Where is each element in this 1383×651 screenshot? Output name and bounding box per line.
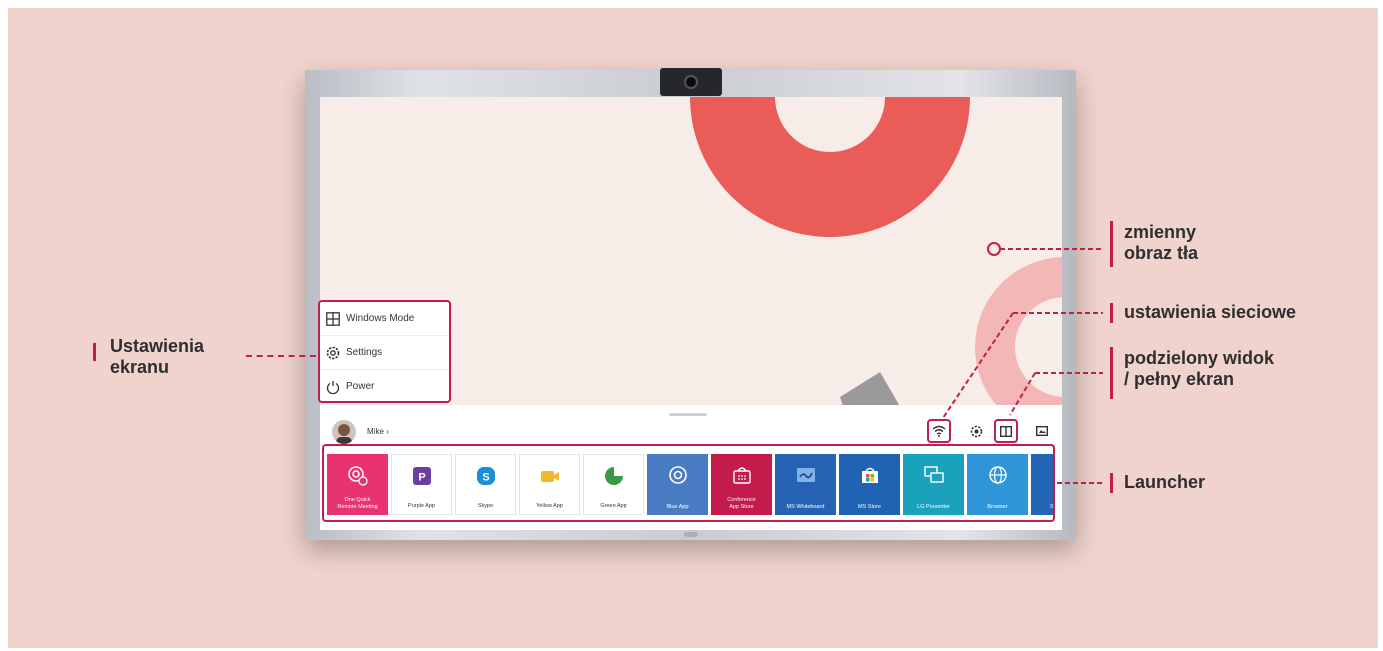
launcher: One Quick Remote Meeting P Purple App S Skyp… [322,444,1055,522]
menu-item-label: Windows Mode [346,313,415,324]
menu-item-settings[interactable]: Settings [320,336,449,370]
launcher-tile-label: One Quick Remote Meeting [337,497,378,510]
annotation-split-view: podzielony widok / pełny ekran [1124,348,1275,389]
launcher-tile-label: Screen C [1050,503,1054,510]
launcher-tile[interactable]: Browser [967,454,1028,515]
annotation-bar [1110,221,1113,267]
skype-icon: S [474,464,498,488]
presenter-icon [922,463,946,487]
launcher-tile-label: LG Presenter [917,503,950,510]
launcher-tile[interactable]: Yellow App [519,454,580,515]
user-name[interactable]: Mike › [367,427,389,436]
annotation-connector [246,355,316,357]
wallpaper-red-arc [690,97,970,237]
purple-app-icon: P [410,464,434,488]
launcher-tile[interactable]: P Purple App [391,454,452,515]
whiteboard-icon [794,463,818,487]
screen-settings-menu: Windows Mode Settings Power [318,300,451,403]
launcher-tile[interactable]: MS Store [839,454,900,515]
annotation-wallpaper: zmienny obraz tła [1124,222,1199,263]
annotation-launcher: Launcher [1124,472,1206,492]
launcher-tile-label: MS Store [858,503,881,510]
launcher-tile[interactable]: Conference App Store [711,454,772,515]
svg-text:P: P [418,472,425,484]
launcher-tile-label: Green App [600,502,627,509]
launcher-tile[interactable]: S Skype [455,454,516,515]
launcher-tile[interactable]: LG Presenter [903,454,964,515]
annotation-bar [93,343,96,361]
menu-item-label: Settings [346,347,383,358]
app-store-icon [730,463,754,487]
launcher-tile-label: MS Whiteboard [786,503,825,510]
screen-icon [1050,463,1053,487]
launcher-tile[interactable]: Blue App [647,454,708,515]
drag-handle[interactable] [669,413,707,416]
avatar[interactable] [332,420,356,444]
bezel-logo [684,532,698,537]
camera [660,68,722,96]
blue-app-icon [666,463,690,487]
launcher-tile[interactable]: One Quick Remote Meeting [327,454,388,515]
menu-item-windows-mode[interactable]: Windows Mode [320,302,449,336]
launcher-tile-label: Browser [987,503,1008,510]
wifi-icon[interactable] [927,419,951,443]
green-app-icon [602,464,626,488]
screen-share-icon[interactable] [1030,419,1054,443]
launcher-tile-label: Skype [477,502,494,509]
launcher-tile-label: Yellow App [536,502,563,509]
power-icon [326,380,340,394]
annotation-bar [1110,347,1113,399]
annotation-bar [1110,473,1113,493]
svg-text:S: S [482,472,489,484]
launcher-tile-label: Conference App Store [727,497,756,510]
gear-icon [326,346,340,359]
launcher-tile[interactable]: Screen C [1031,454,1054,515]
annotation-bar [1110,303,1113,323]
store-icon [858,463,882,487]
launcher-tile-label: Blue App [666,503,689,510]
menu-item-power[interactable]: Power [320,370,449,403]
settings-gear-icon[interactable] [964,419,988,443]
meeting-icon [346,463,370,487]
launcher-tile[interactable]: MS Whiteboard [775,454,836,515]
yellow-app-icon [538,464,562,488]
split-view-icon[interactable] [994,419,1018,443]
launcher-tile-label: Purple App [408,502,435,509]
annotation-screen-settings: Ustawienia ekranu [110,336,205,377]
menu-item-label: Power [346,381,375,392]
windows-icon [326,311,340,326]
annotation-network: ustawienia sieciowe [1124,302,1297,322]
launcher-tile[interactable]: Green App [583,454,644,515]
browser-icon [986,463,1010,487]
